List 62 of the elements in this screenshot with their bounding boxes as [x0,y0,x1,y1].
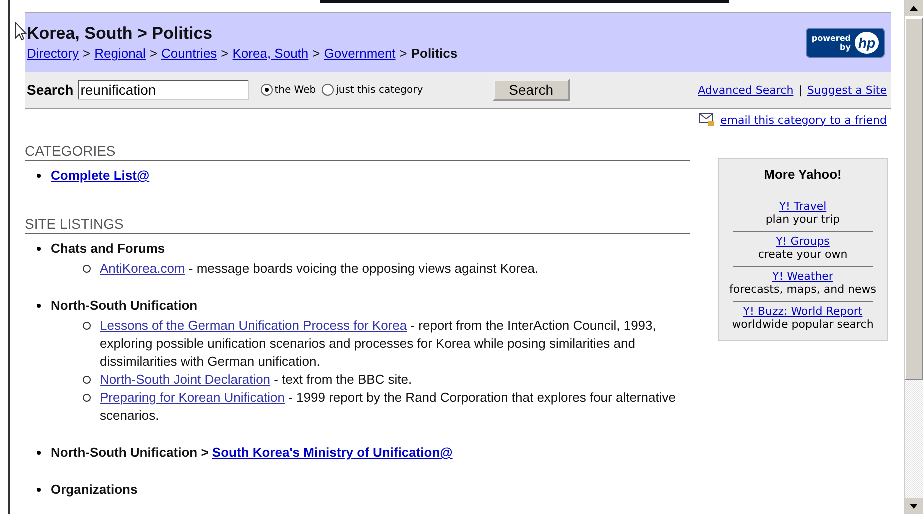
scroll-thumb[interactable] [905,18,923,380]
bullet-icon [37,304,41,308]
search-scope-radio[interactable]: just this category [322,84,424,96]
up-arrow-icon [910,6,918,10]
circle-bullet-icon [83,322,91,330]
bullet-icon [37,247,41,251]
breadcrumb-link[interactable]: Countries [162,46,218,61]
circle-bullet-icon [83,265,91,273]
breadcrumb-link[interactable]: Directory [27,46,80,61]
breadcrumb-link[interactable]: Government [324,46,396,61]
listing-link[interactable]: AntiKorea.com [100,261,186,276]
envelope-icon [698,113,715,127]
breadcrumb-current: Politics [411,46,458,61]
category-link[interactable]: Complete List@ [51,167,150,185]
email-link[interactable]: email this category to a friend [720,114,887,126]
listing-description: Lessons of the German Unification Process for Korea - report from the InterAction Council, 1993, exploring possible unification scenarios and processes for Korea while posing similarities and dissimilarities with German unification. [100,317,658,371]
service-description: plan your trip [764,213,842,226]
down-arrow-icon [910,504,918,508]
service-description: forecasts, maps, and news [728,283,878,296]
search-link[interactable]: Advanced Search [698,84,794,96]
page-title: Korea, South > Politics [27,24,214,44]
bullet-icon [37,488,41,492]
scroll-down-button[interactable] [905,498,923,514]
cursor-icon [15,22,27,41]
search-link[interactable]: Suggest a Site [807,84,887,96]
category-link[interactable]: South Korea's Ministry of Unification@ [212,445,453,460]
group-label: North-South Unification > [51,445,209,460]
circle-bullet-icon [83,376,91,384]
service-link[interactable]: Y! Weather [772,270,834,283]
search-button[interactable]: Search [493,79,570,101]
bullet-icon [37,174,41,178]
listing-description: AntiKorea.com - message boards voicing the opposing views against Korea. [100,260,539,278]
service-description: create your own [757,248,849,261]
breadcrumb-separator: > [221,46,229,61]
listing-link[interactable]: Lessons of the German Unification Process for Korea [100,318,408,333]
listing-link[interactable]: Preparing for Korean Unification [100,390,285,405]
service-link[interactable]: Y! Travel [779,200,827,213]
listing-link[interactable]: North-South Joint Declaration [100,372,271,387]
section-heading: SITE LISTINGS [25,204,690,234]
bullet-icon [37,451,41,455]
group-label: Chats and Forums [51,240,166,258]
scroll-up-button[interactable] [905,0,923,16]
service-link[interactable]: Y! Groups [776,235,830,248]
breadcrumb-link[interactable]: Regional [94,46,146,61]
search-field[interactable]: reunification [78,80,249,100]
link-separator: | [798,84,802,96]
breadcrumb-separator: > [400,46,408,61]
listing-description: North-South Joint Declaration - text from the BBC site. [100,371,412,389]
listing-description: Preparing for Korean Unification - 1999 report by the Rand Corporation that explores four alternative scenarios. [100,389,677,425]
group-label: North-South Unification [51,297,198,315]
circle-bullet-icon [83,394,91,402]
service-link[interactable]: Y! Buzz: World Report [743,305,863,318]
search-scope-radio[interactable]: the Web [260,84,316,96]
section-heading: CATEGORIES [25,131,690,161]
breadcrumb-separator: > [150,46,158,61]
breadcrumb-link[interactable]: Korea, South [232,46,309,61]
service-description: worldwide popular search [731,318,875,331]
group-label: Organizations [51,481,138,499]
panel-title: More Yahoo! [763,167,843,182]
search-label: Search [27,82,74,98]
breadcrumb-separator: > [312,46,320,61]
breadcrumb-separator: > [83,46,91,61]
